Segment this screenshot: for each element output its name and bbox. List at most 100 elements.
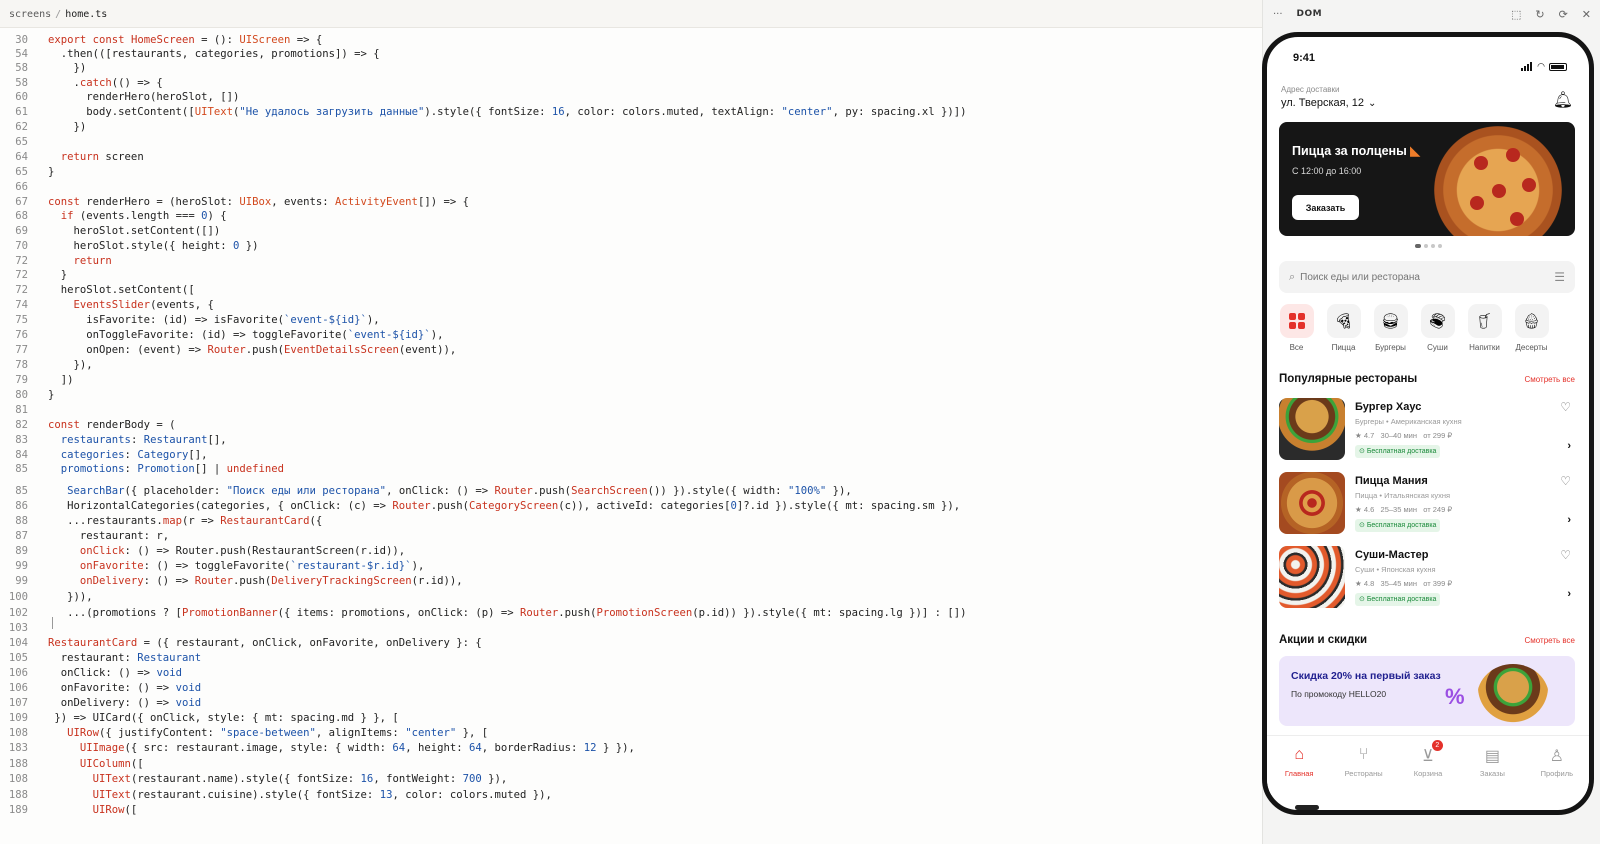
code-line[interactable]: 85 promotions: Promotion[] | undefined xyxy=(0,462,284,477)
code-line[interactable]: 102 ...(promotions ? [PromotionBanner({ … xyxy=(0,606,967,621)
code-line[interactable]: 54 .then(([restaurants, categories, prom… xyxy=(0,47,379,62)
see-all-promotions-link[interactable]: Смотреть все xyxy=(1524,636,1575,645)
code-line[interactable]: 81 xyxy=(0,403,48,418)
search-bar[interactable]: ⌕ ☰ xyxy=(1279,261,1575,293)
code-line[interactable]: 69 heroSlot.setContent([]) xyxy=(0,224,220,239)
code-line[interactable]: 72 return xyxy=(0,254,112,269)
code-line[interactable]: 72 heroSlot.setContent([ xyxy=(0,283,194,298)
favorite-heart-icon[interactable]: ♡ xyxy=(1560,400,1571,414)
code-line[interactable]: 72 } xyxy=(0,268,67,283)
order-button[interactable]: Заказать xyxy=(1292,195,1359,220)
more-menu-icon[interactable]: ··· xyxy=(1273,9,1283,20)
code-line[interactable]: 77 onOpen: (event) => Router.push(EventD… xyxy=(0,343,456,358)
code-line[interactable]: 65 xyxy=(0,135,48,150)
category-label: Суши xyxy=(1427,343,1448,352)
bell-icon[interactable]: 🔔︎ xyxy=(1553,90,1573,110)
favorite-heart-icon[interactable]: ♡ xyxy=(1560,548,1571,562)
code-line[interactable]: 99 onDelivery: () => Router.push(Deliver… xyxy=(0,574,462,589)
free-delivery-badge[interactable]: ⊙ Бесплатная доставка xyxy=(1355,519,1441,532)
code-line[interactable]: 103 xyxy=(0,621,48,636)
code-line[interactable]: 68 if (events.length === 0) { xyxy=(0,209,226,224)
code-line[interactable]: 62 }) xyxy=(0,120,86,135)
breadcrumb-folder[interactable]: screens xyxy=(9,9,51,20)
category-burgers[interactable]: 🍔︎ Бургеры xyxy=(1367,304,1414,352)
restaurant-card[interactable]: Суши-Мастер Суши • Японская кухня ★ 4.8 … xyxy=(1279,546,1579,612)
see-all-restaurants-link[interactable]: Смотреть все xyxy=(1524,375,1575,384)
code-line[interactable]: 61 body.setContent([UIText("Не удалось з… xyxy=(0,105,966,120)
code-line[interactable]: 64 return screen xyxy=(0,150,143,165)
code-line[interactable]: 188 UIColumn([ xyxy=(0,757,144,772)
code-line[interactable]: 108 UIText(restaurant.name).style({ font… xyxy=(0,772,507,787)
code-line[interactable]: 104 RestaurantCard = ({ restaurant, onCli… xyxy=(0,636,482,651)
code-line[interactable]: 76 onToggleFavorite: (id) => toggleFavor… xyxy=(0,328,443,343)
restaurant-card[interactable]: Пицца Мания Пицца • Итальянская кухня ★ … xyxy=(1279,472,1579,538)
category-drinks[interactable]: 🥤︎ Напитки xyxy=(1461,304,1508,352)
code-line[interactable]: 67 const renderHero = (heroSlot: UIBox, e… xyxy=(0,195,469,210)
code-line[interactable]: 58 }) xyxy=(0,61,86,76)
category-pizza[interactable]: 🍕︎ Пицца xyxy=(1320,304,1367,352)
code-line[interactable]: 80} xyxy=(0,388,54,403)
code-editor[interactable]: screens / home.ts 30 export const HomeScree… xyxy=(0,0,1262,844)
code-line[interactable]: 108 UIRow({ justifyContent: "space-betwe… xyxy=(0,726,488,741)
chevron-right-icon[interactable]: › xyxy=(1567,440,1571,452)
tab-orders[interactable]: ▤ Заказы xyxy=(1460,736,1524,795)
code-line[interactable]: 109 }) => UICard({ onClick, style: { mt:… xyxy=(0,711,399,726)
free-delivery-badge[interactable]: ⊙ Бесплатная доставка xyxy=(1355,445,1441,458)
promo-banner[interactable]: Скидка 20% на первый заказ По промокоду … xyxy=(1279,656,1575,726)
code-line[interactable]: 79 ]) xyxy=(0,373,74,388)
code-line[interactable]: 87 restaurant: r, xyxy=(0,529,169,544)
search-input[interactable] xyxy=(1300,271,1555,283)
code-line[interactable]: 78 }), xyxy=(0,358,92,373)
code-line[interactable]: 106 onFavorite: () => void xyxy=(0,681,201,696)
code-line[interactable]: 83 restaurants: Restaurant[], xyxy=(0,433,226,448)
code-line[interactable]: 60 renderHero(heroSlot, []) xyxy=(0,90,239,105)
code-line[interactable]: 88 ...restaurants.map(r => RestaurantCar… xyxy=(0,514,322,529)
breadcrumb-file[interactable]: home.ts xyxy=(65,9,107,20)
code-text: onToggleFavorite: (id) => toggleFavorite… xyxy=(48,329,444,341)
code-line[interactable]: 30 export const HomeScreen = (): UIScreen… xyxy=(0,33,322,48)
code-line[interactable]: 105 restaurant: Restaurant xyxy=(0,651,201,666)
chevron-right-icon[interactable]: › xyxy=(1567,588,1571,600)
code-line[interactable]: 89 onClick: () => Router.push(Restaurant… xyxy=(0,544,405,559)
code-text: ]) xyxy=(48,374,74,386)
code-line[interactable]: 66 xyxy=(0,180,48,195)
restaurant-card[interactable]: Бургер Хаус Бургеры • Американская кухня… xyxy=(1279,398,1579,464)
tab-restaurants[interactable]: ⑂ Рестораны xyxy=(1331,736,1395,795)
code-line[interactable]: 189 UIRow([ xyxy=(0,803,137,818)
code-line[interactable]: 70 heroSlot.style({ height: 0 }) xyxy=(0,239,258,254)
category-label: Напитки xyxy=(1469,343,1500,352)
category-all[interactable]: Все xyxy=(1273,304,1320,352)
tab-profile[interactable]: ♙ Профиль xyxy=(1525,736,1589,795)
code-line[interactable]: 106 onClick: () => void xyxy=(0,666,182,681)
hero-banner[interactable]: Пицца за полцены ◣ С 12:00 до 16:00 Зака… xyxy=(1279,122,1575,236)
code-line[interactable]: 183 UIImage({ src: restaurant.image, sty… xyxy=(0,741,635,756)
free-delivery-badge[interactable]: ⊙ Бесплатная доставка xyxy=(1355,593,1441,606)
carousel-dots[interactable] xyxy=(1267,244,1589,248)
code-line[interactable]: 74 EventsSlider(events, { xyxy=(0,298,214,313)
code-line[interactable]: 84 categories: Category[], xyxy=(0,448,207,463)
code-line[interactable]: 99 onFavorite: () => toggleFavorite(`res… xyxy=(0,559,424,574)
favorite-heart-icon[interactable]: ♡ xyxy=(1560,474,1571,488)
category-sushi[interactable]: 🍣︎ Суши xyxy=(1414,304,1461,352)
category-desserts[interactable]: 🧁︎ Десерты xyxy=(1508,304,1555,352)
code-line[interactable]: 82 const renderBody = ( xyxy=(0,418,175,433)
code-line[interactable]: 188 UIText(restaurant.cuisine).style({ f… xyxy=(0,788,552,803)
code-line[interactable]: 85 SearchBar({ placeholder: "Поиск еды и… xyxy=(0,484,852,499)
code-line[interactable]: 100 })), xyxy=(0,590,93,605)
filter-icon[interactable]: ☰ xyxy=(1554,270,1565,284)
refresh-icon[interactable]: ⟳ xyxy=(1559,8,1568,21)
tab-cart[interactable]: ⊻ 2 Корзина xyxy=(1396,736,1460,795)
close-icon[interactable]: ✕ xyxy=(1582,8,1591,21)
dessert-icon: 🧁︎ xyxy=(1514,304,1549,338)
code-line[interactable]: 65} xyxy=(0,165,54,180)
code-line[interactable]: 58 .catch(() => { xyxy=(0,76,163,91)
line-number: 108 xyxy=(8,727,28,739)
code-line[interactable]: 107 onDelivery: () => void xyxy=(0,696,201,711)
tab-home[interactable]: ⌂ Главная xyxy=(1267,736,1331,795)
address-selector[interactable]: ул. Тверская, 12 ⌄ xyxy=(1281,97,1376,109)
inspect-icon[interactable]: ⬚ xyxy=(1511,8,1521,21)
code-line[interactable]: 86 HorizontalCategories(categories, { on… xyxy=(0,499,960,514)
code-line[interactable]: 75 isFavorite: (id) => isFavorite(`event… xyxy=(0,313,379,328)
chevron-right-icon[interactable]: › xyxy=(1567,514,1571,526)
reload-icon[interactable]: ↻ xyxy=(1535,8,1544,21)
